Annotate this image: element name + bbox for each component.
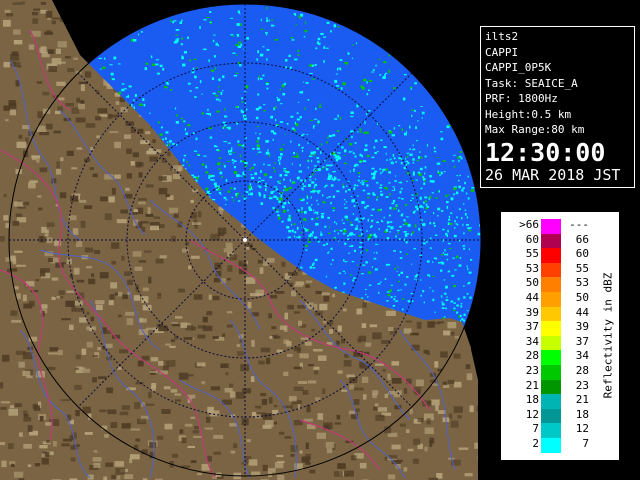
radar-display: ilts2 CAPPI CAPPI_0P5K Task: SEAICE_A PR… bbox=[0, 0, 640, 480]
legend-row-low: 34 bbox=[525, 334, 539, 348]
legend-row-high: 21 bbox=[575, 393, 589, 407]
legend-row-low: 37 bbox=[525, 320, 539, 334]
height-label: Height:0.5 km bbox=[485, 107, 572, 121]
legend-row-high: 12 bbox=[575, 422, 589, 436]
legend-swatch bbox=[541, 379, 561, 395]
legend-row-low: 55 bbox=[525, 247, 539, 261]
legend-swatch bbox=[541, 394, 561, 409]
legend-row-low: >66 bbox=[519, 218, 539, 231]
prf-label: PRF: 1800Hz bbox=[485, 92, 558, 105]
legend-row-high: 18 bbox=[575, 407, 589, 421]
legend-row-high: 53 bbox=[575, 276, 589, 290]
legend-row-low: 60 bbox=[525, 232, 539, 246]
legend-row-low: 53 bbox=[525, 261, 539, 275]
legend-swatch bbox=[541, 438, 561, 453]
legend-row-high: 39 bbox=[575, 320, 589, 334]
color-legend: >66 --- 60 66 55 60 53 55 50 53 44 50 39 44 37 39 34 37 28… bbox=[500, 211, 620, 461]
legend-row-low: 39 bbox=[525, 305, 539, 319]
site-name: ilts2 bbox=[485, 30, 519, 43]
legend-row-low: 23 bbox=[525, 364, 539, 377]
legend-swatch bbox=[541, 219, 561, 234]
legend-swatch bbox=[541, 233, 561, 249]
legend-row-low: 12 bbox=[525, 407, 539, 421]
observation-date: 26 MAR 2018 JST bbox=[485, 165, 621, 184]
legend-swatch bbox=[541, 423, 561, 438]
legend-swatch bbox=[541, 292, 561, 307]
legend-row-high: 44 bbox=[575, 305, 589, 319]
info-panel: ilts2 CAPPI CAPPI_0P5K Task: SEAICE_A PR… bbox=[480, 26, 635, 188]
legend-row-high: 28 bbox=[575, 364, 589, 377]
legend-row-high: 23 bbox=[575, 378, 589, 392]
legend-swatch bbox=[541, 365, 561, 380]
legend-row-high: --- bbox=[569, 218, 589, 231]
product-subname: CAPPI_0P5K bbox=[485, 61, 552, 74]
legend-swatch bbox=[541, 335, 561, 351]
legend-swatch bbox=[541, 321, 561, 336]
observation-time: 12:30:00 bbox=[485, 137, 606, 167]
legend-title: Reflectivity in dBZ bbox=[601, 272, 615, 399]
max-range-label: Max Range:80 km bbox=[485, 123, 585, 136]
legend-row-low: 2 bbox=[532, 437, 539, 450]
legend-row-low: 44 bbox=[525, 291, 539, 304]
radar-site-marker bbox=[243, 238, 247, 242]
legend-swatch bbox=[541, 350, 561, 365]
legend-row-high: 60 bbox=[575, 247, 589, 261]
legend-row-low: 7 bbox=[532, 422, 539, 436]
legend-swatch bbox=[541, 306, 561, 322]
legend-swatch bbox=[541, 248, 561, 263]
legend-row-low: 18 bbox=[525, 393, 539, 407]
legend-row-high: 37 bbox=[575, 334, 589, 348]
legend-row-high: 7 bbox=[582, 437, 589, 450]
legend-row-high: 55 bbox=[575, 261, 589, 275]
legend-swatch bbox=[541, 277, 561, 292]
legend-row-high: 50 bbox=[575, 291, 589, 304]
legend-row-high: 66 bbox=[575, 232, 589, 246]
legend-row-low: 28 bbox=[525, 349, 539, 363]
legend-swatch bbox=[541, 408, 561, 424]
task-label: Task: SEAICE_A bbox=[485, 76, 578, 90]
legend-row-low: 21 bbox=[525, 378, 539, 392]
legend-row-high: 34 bbox=[575, 349, 589, 363]
product-name: CAPPI bbox=[485, 45, 519, 59]
legend-title-wrap: Reflectivity in dBZ bbox=[601, 272, 615, 402]
legend-swatch bbox=[541, 262, 561, 278]
legend-row-low: 50 bbox=[525, 276, 539, 290]
